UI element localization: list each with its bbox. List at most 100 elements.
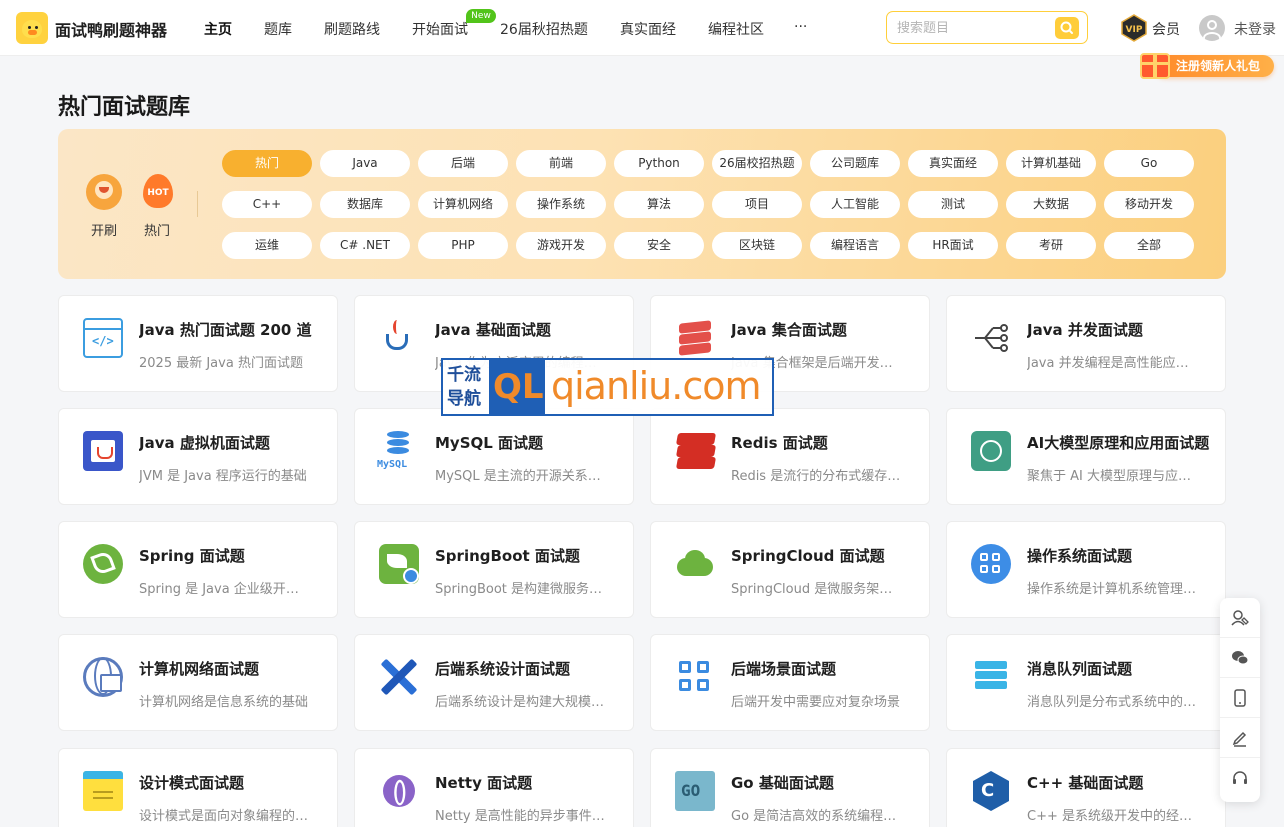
bank-card[interactable]: SpringBoot 面试题 SpringBoot 是构建微服务的利器 <box>354 521 634 618</box>
card-desc: 聚焦于 AI 大模型原理与应用实践 <box>1027 469 1199 484</box>
go-icon: GO <box>675 771 715 811</box>
card-desc: MySQL 是主流的开源关系型数据库 <box>435 469 607 484</box>
card-title: 操作系统面试题 <box>1027 547 1133 565</box>
bank-card[interactable]: MySQL MySQL 面试题 MySQL 是主流的开源关系型数据库 <box>354 408 634 505</box>
tag-go[interactable]: Go <box>1104 150 1194 177</box>
tag-frontend[interactable]: 前端 <box>516 150 606 177</box>
nav-home[interactable]: 主页 <box>204 19 232 39</box>
nav-roadmap[interactable]: 刷题路线 <box>324 19 380 39</box>
gift-banner[interactable]: 注册领新人礼包 <box>1136 52 1274 80</box>
design-tools-icon <box>379 657 419 697</box>
wechat-button[interactable] <box>1220 638 1260 678</box>
mobile-button[interactable] <box>1220 678 1260 718</box>
edit-pen-icon <box>1232 731 1247 747</box>
card-title: SpringCloud 面试题 <box>731 547 885 565</box>
tag-ai[interactable]: 人工智能 <box>810 191 900 218</box>
card-title: SpringBoot 面试题 <box>435 547 580 565</box>
tag-backend[interactable]: 后端 <box>418 150 508 177</box>
globe-network-icon <box>83 657 123 697</box>
bank-card[interactable]: Java 虚拟机面试题 JVM 是 Java 程序运行的基础 <box>58 408 338 505</box>
bank-card[interactable]: C C++ 基础面试题 C++ 是系统级开发中的经典语言 <box>946 748 1226 827</box>
bank-card[interactable]: Java 并发面试题 Java 并发编程是高性能应用的核心 <box>946 295 1226 392</box>
bank-card[interactable]: AI大模型原理和应用面试题 聚焦于 AI 大模型原理与应用实践 <box>946 408 1226 505</box>
bank-card[interactable]: 操作系统面试题 操作系统是计算机系统管理的核心 <box>946 521 1226 618</box>
tag-languages[interactable]: 编程语言 <box>810 232 900 259</box>
card-title: Java 基础面试题 <box>435 321 551 339</box>
bank-card[interactable]: 计算机网络面试题 计算机网络是信息系统的基础 <box>58 634 338 731</box>
tag-csharp[interactable]: C# .NET <box>320 232 410 259</box>
nav-question-bank[interactable]: 题库 <box>264 19 292 39</box>
card-title: 设计模式面试题 <box>139 774 245 792</box>
wechat-icon <box>1232 651 1249 665</box>
login-link[interactable]: 未登录 <box>1234 19 1276 39</box>
tag-hot[interactable]: 热门 <box>222 150 312 177</box>
card-title: 后端系统设计面试题 <box>435 660 571 678</box>
bank-card[interactable]: Spring 面试题 Spring 是 Java 企业级开发框架 <box>58 521 338 618</box>
card-title: Redis 面试题 <box>731 434 828 452</box>
card-title: C++ 基础面试题 <box>1027 774 1144 792</box>
tag-blockchain[interactable]: 区块链 <box>712 232 802 259</box>
category-panel: 开刷 HOT 热门 热门 Java 后端 前端 Python 26届校招热题 公… <box>58 129 1226 279</box>
tag-php[interactable]: PHP <box>418 232 508 259</box>
bank-card[interactable]: </> Java 热门面试题 200 道 2025 最新 Java 热门面试题 <box>58 295 338 392</box>
tag-devops[interactable]: 运维 <box>222 232 312 259</box>
duck-logo-icon[interactable] <box>16 12 48 44</box>
bank-card[interactable]: 消息队列面试题 消息队列是分布式系统中的重要组件 <box>946 634 1226 731</box>
tag-network[interactable]: 计算机网络 <box>418 191 508 218</box>
tag-os[interactable]: 操作系统 <box>516 191 606 218</box>
quick-hot[interactable]: HOT 热门 <box>137 174 177 239</box>
bank-card[interactable]: Netty 面试题 Netty 是高性能的异步事件驱动框架 <box>354 748 634 827</box>
ai-assistant-button[interactable] <box>1220 598 1260 638</box>
watermark-domain: qianliu.com <box>551 364 761 408</box>
nav-more[interactable]: ··· <box>794 19 807 35</box>
vip-crown-icon[interactable]: VIP <box>1120 14 1148 42</box>
nav-community[interactable]: 编程社区 <box>708 19 764 39</box>
card-desc: 后端开发中需要应对复杂场景 <box>731 695 901 710</box>
nav-interview-experience[interactable]: 真实面经 <box>620 19 676 39</box>
nav-start-interview[interactable]: 开始面试 <box>412 19 468 39</box>
bank-card[interactable]: 后端系统设计面试题 后端系统设计是构建大规模系统的关键 <box>354 634 634 731</box>
tag-campus-hot[interactable]: 26届校招热题 <box>712 150 802 177</box>
vip-label[interactable]: 会员 <box>1152 19 1180 39</box>
netty-icon <box>383 775 415 807</box>
tag-testing[interactable]: 测试 <box>908 191 998 218</box>
user-avatar-icon[interactable] <box>1199 15 1225 41</box>
tag-interview-exp[interactable]: 真实面经 <box>908 150 998 177</box>
bank-card[interactable]: Redis 面试题 Redis 是流行的分布式缓存数据库 <box>650 408 930 505</box>
tag-python[interactable]: Python <box>614 150 704 177</box>
search-button[interactable] <box>1055 17 1079 39</box>
card-desc: Redis 是流行的分布式缓存数据库 <box>731 469 903 484</box>
tag-algorithm[interactable]: 算法 <box>614 191 704 218</box>
tag-gamedev[interactable]: 游戏开发 <box>516 232 606 259</box>
tag-java[interactable]: Java <box>320 150 410 177</box>
tag-cpp[interactable]: C++ <box>222 191 312 218</box>
tag-postgrad[interactable]: 考研 <box>1006 232 1096 259</box>
springcloud-icon <box>675 544 715 584</box>
tag-mobile[interactable]: 移动开发 <box>1104 191 1194 218</box>
feedback-button[interactable] <box>1220 718 1260 758</box>
tag-database[interactable]: 数据库 <box>320 191 410 218</box>
tag-hr[interactable]: HR面试 <box>908 232 998 259</box>
tag-project[interactable]: 项目 <box>712 191 802 218</box>
card-desc: JVM 是 Java 程序运行的基础 <box>139 469 307 484</box>
svg-text:VIP: VIP <box>1126 25 1143 35</box>
bank-card[interactable]: GO Go 基础面试题 Go 是简洁高效的系统编程语言 <box>650 748 930 827</box>
card-title: 后端场景面试题 <box>731 660 837 678</box>
tag-security[interactable]: 安全 <box>614 232 704 259</box>
quick-start[interactable]: 开刷 <box>84 174 124 239</box>
tag-bigdata[interactable]: 大数据 <box>1006 191 1096 218</box>
tag-cs-basics[interactable]: 计算机基础 <box>1006 150 1096 177</box>
card-title: Java 虚拟机面试题 <box>139 434 270 452</box>
mysql-database-icon: MySQL <box>377 431 419 471</box>
card-title: Spring 面试题 <box>139 547 245 565</box>
bank-card[interactable]: SpringCloud 面试题 SpringCloud 是微服务架构的解决方案 <box>650 521 930 618</box>
tag-company[interactable]: 公司题库 <box>810 150 900 177</box>
watermark-badge: QL <box>489 360 545 414</box>
bank-card[interactable]: 后端场景面试题 后端开发中需要应对复杂场景 <box>650 634 930 731</box>
tag-all[interactable]: 全部 <box>1104 232 1194 259</box>
site-title[interactable]: 面试鸭刷题神器 <box>55 17 167 41</box>
support-button[interactable] <box>1220 758 1260 798</box>
bank-card[interactable]: 设计模式面试题 设计模式是面向对象编程的经验总结 <box>58 748 338 827</box>
search-input[interactable] <box>897 19 1047 37</box>
nav-campus-hot[interactable]: 26届秋招热题 <box>500 19 588 39</box>
